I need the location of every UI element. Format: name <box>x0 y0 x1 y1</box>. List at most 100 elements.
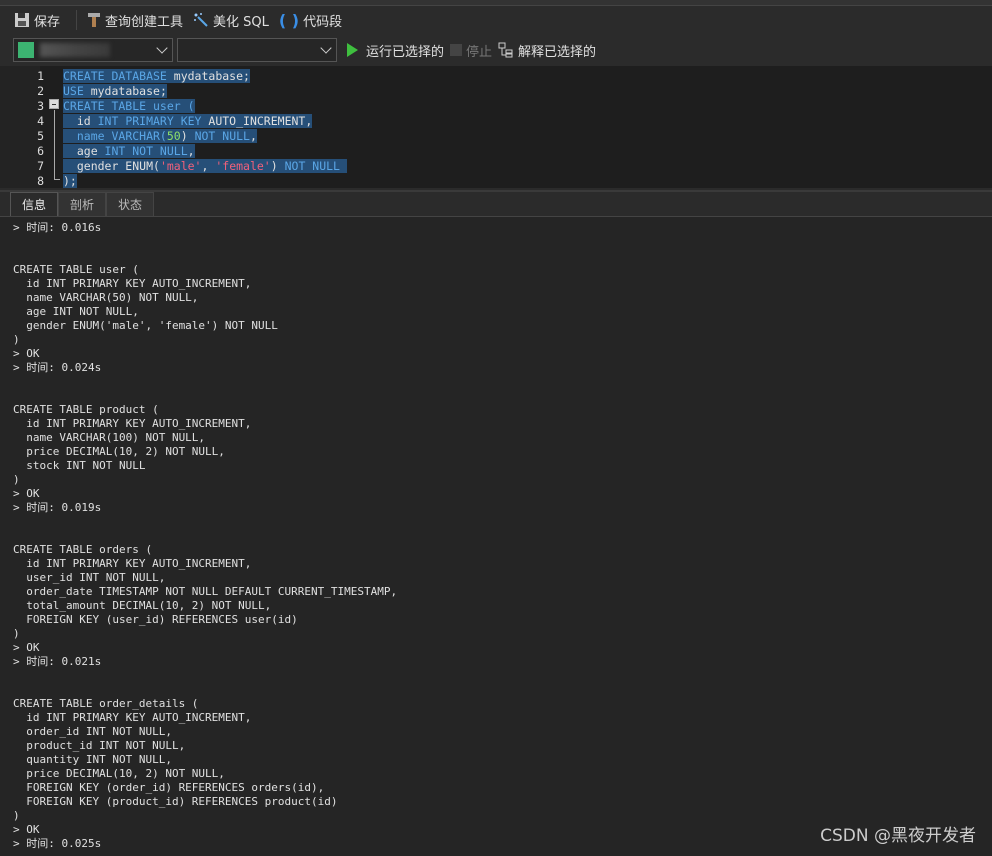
code-token: INT NOT NULL <box>104 144 188 158</box>
mysql-icon <box>18 42 34 58</box>
output-line: id INT PRIMARY KEY AUTO_INCREMENT, <box>13 557 252 570</box>
selection: CREATE DATABASE mydatabase; <box>63 69 250 83</box>
output-line: id INT PRIMARY KEY AUTO_INCREMENT, <box>13 417 252 430</box>
main-toolbar: 保存 查询创建工具 美化 SQL ( ) 代码段 <box>0 6 992 34</box>
code-token: AUTO_INCREMENT, <box>208 114 313 128</box>
code-line: id INT PRIMARY KEY AUTO_INCREMENT, <box>63 114 313 129</box>
output-line: > 时间: 0.021s <box>13 655 102 668</box>
output-line: ) <box>13 473 20 486</box>
code-line: gender ENUM('male', 'female') NOT NULL <box>63 159 347 174</box>
output-line: price DECIMAL(10, 2) NOT NULL, <box>13 767 225 780</box>
code-token: mydatabase; <box>173 69 250 83</box>
query-builder-label: 查询创建工具 <box>105 14 184 30</box>
code-line: CREATE DATABASE mydatabase; <box>63 69 250 84</box>
run-selected-button[interactable]: 运行已选择的 <box>347 41 444 60</box>
selection: age INT NOT NULL, <box>63 144 195 158</box>
connection-name-blurred <box>40 43 110 57</box>
parentheses-icon: ( ) <box>278 10 300 30</box>
save-icon <box>15 13 29 27</box>
play-icon <box>347 43 358 57</box>
beautify-sql-button[interactable]: 美化 SQL <box>193 11 269 30</box>
code-token: mydatabase; <box>90 84 167 98</box>
run-selected-label: 运行已选择的 <box>366 44 445 60</box>
code-token: ) <box>270 159 285 173</box>
output-line: age INT NOT NULL, <box>13 305 139 318</box>
line-number: 6 <box>37 144 44 158</box>
divider <box>76 10 78 30</box>
line-number: 1 <box>37 69 44 83</box>
fold-toggle-icon[interactable] <box>49 99 59 109</box>
code-line: age INT NOT NULL, <box>63 144 195 159</box>
selection: ); <box>63 174 77 188</box>
line-number: 4 <box>37 114 44 128</box>
code-token: , <box>201 159 216 173</box>
tab-profile[interactable]: 剖析 <box>58 192 107 216</box>
selection: id INT PRIMARY KEY AUTO_INCREMENT, <box>63 114 313 128</box>
connection-select[interactable] <box>13 38 173 62</box>
code-token: 'female' <box>215 159 271 173</box>
code-token: VARCHAR( <box>111 129 167 143</box>
tab-status[interactable]: 状态 <box>106 192 155 216</box>
output-line: quantity INT NOT NULL, <box>13 753 172 766</box>
code-token: CREATE DATABASE <box>63 69 174 83</box>
output-line: CREATE TABLE order_details ( <box>13 697 199 710</box>
sql-editor[interactable]: 1 CREATE DATABASE mydatabase; 2 USE mydatab… <box>0 66 992 188</box>
output-line: CREATE TABLE orders ( <box>13 543 153 556</box>
code-line: USE mydatabase; <box>63 84 167 99</box>
code-token: ) <box>180 129 195 143</box>
save-button[interactable]: 保存 <box>14 11 60 30</box>
output-line: total_amount DECIMAL(10, 2) NOT NULL, <box>13 599 272 612</box>
output-line: product_id INT NOT NULL, <box>13 739 186 752</box>
selection: CREATE TABLE user ( <box>63 99 195 113</box>
output-line: > 时间: 0.019s <box>13 501 102 514</box>
selection: gender ENUM('male', 'female') NOT NULL <box>63 159 347 173</box>
query-toolbar: 运行已选择的 停止 解释已选择的 <box>0 36 992 64</box>
output-line: order_id INT NOT NULL, <box>13 725 172 738</box>
code-token: NOT NULL <box>194 129 250 143</box>
hammer-icon <box>88 13 101 27</box>
stop-button[interactable]: 停止 <box>450 41 492 60</box>
tab-info[interactable]: 信息 <box>10 192 59 216</box>
output-line: FOREIGN KEY (product_id) REFERENCES prod… <box>13 795 338 808</box>
message-output: > 时间: 0.016s CREATE TABLE user ( id INT P… <box>0 216 992 856</box>
output-line: CREATE TABLE product ( <box>13 403 159 416</box>
code-token: name <box>63 129 112 143</box>
code-token: id <box>63 114 98 128</box>
line-number: 3 <box>37 99 44 113</box>
code-token: NOT NULL <box>284 159 347 173</box>
database-select[interactable] <box>177 38 337 62</box>
line-number: 7 <box>37 159 44 173</box>
code-token: CREATE TABLE user ( <box>63 99 195 113</box>
code-token: age <box>63 144 105 158</box>
line-number: 2 <box>37 84 44 98</box>
explain-selected-button[interactable]: 解释已选择的 <box>498 41 596 60</box>
output-line: ) <box>13 627 20 640</box>
line-number: 8 <box>37 174 44 188</box>
explain-selected-label: 解释已选择的 <box>518 44 597 60</box>
stop-icon <box>450 44 463 56</box>
output-line: > 时间: 0.024s <box>13 361 102 374</box>
code-line: CREATE TABLE user ( <box>63 99 195 114</box>
output-line: > OK <box>13 347 40 360</box>
code-token: , <box>187 144 195 158</box>
code-snippet-button[interactable]: ( ) 代码段 <box>279 11 342 30</box>
result-tabs: 信息 剖析 状态 <box>0 190 992 216</box>
output-line: ) <box>13 333 20 346</box>
chevron-down-icon <box>156 42 168 54</box>
output-line: id INT PRIMARY KEY AUTO_INCREMENT, <box>13 711 252 724</box>
query-builder-button[interactable]: 查询创建工具 <box>87 11 183 30</box>
code-line: name VARCHAR(50) NOT NULL, <box>63 129 257 144</box>
code-token: USE <box>63 84 91 98</box>
code-line: ); <box>63 174 77 189</box>
selection: name VARCHAR(50) NOT NULL, <box>63 129 257 143</box>
output-line: FOREIGN KEY (order_id) REFERENCES orders… <box>13 781 325 794</box>
code-token: INT PRIMARY KEY <box>97 114 209 128</box>
code-token: 'male' <box>159 159 202 173</box>
